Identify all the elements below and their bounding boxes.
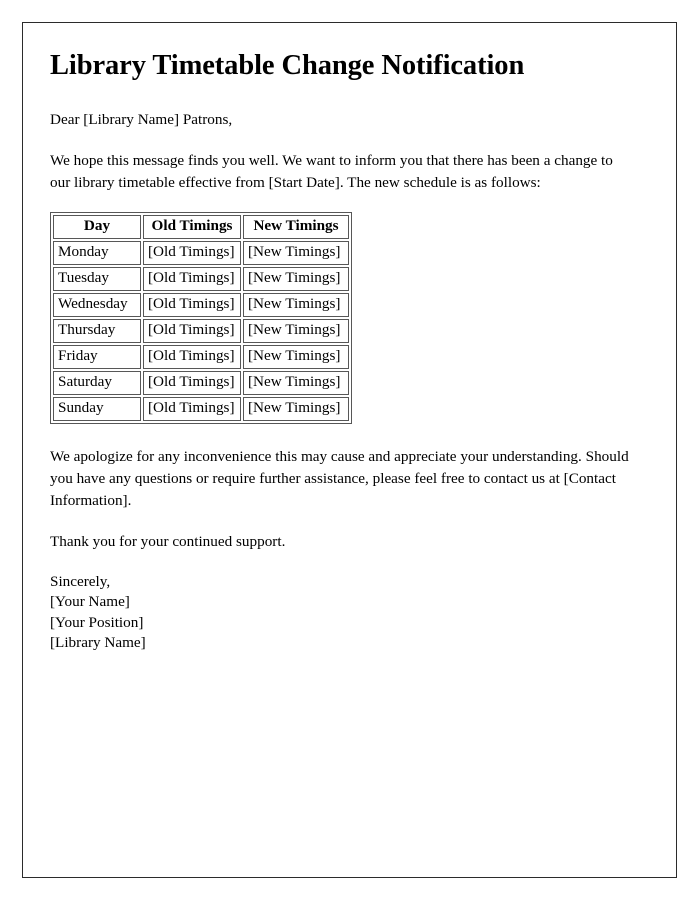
intro-paragraph: We hope this message finds you well. We … (50, 151, 613, 192)
cell-day: Friday (53, 344, 141, 369)
cell-new-timings: [New Timings] (243, 318, 349, 343)
timetable: Day Old Timings New Timings Monday [Old … (50, 211, 352, 424)
table-row: Thursday [Old Timings] [New Timings] (53, 318, 349, 343)
cell-old-timings: [Old Timings] (143, 344, 241, 369)
thanks-paragraph: Thank you for your continued support. (50, 532, 286, 550)
cell-old-timings: [Old Timings] (143, 370, 241, 395)
table-row: Wednesday [Old Timings] [New Timings] (53, 292, 349, 317)
table-header-row: Day Old Timings New Timings (53, 214, 349, 239)
signature-position: [Your Position] (50, 613, 144, 631)
cell-new-timings: [New Timings] (243, 240, 349, 265)
cell-old-timings: [Old Timings] (143, 266, 241, 291)
page-title: Library Timetable Change Notification (50, 50, 525, 81)
cell-new-timings: [New Timings] (243, 266, 349, 291)
signature-name: [Your Name] (50, 593, 130, 611)
table-row: Tuesday [Old Timings] [New Timings] (53, 266, 349, 291)
signature-closing: Sincerely, (50, 573, 111, 591)
cell-day: Sunday (53, 396, 141, 421)
cell-day: Wednesday (53, 292, 141, 317)
cell-old-timings: [Old Timings] (143, 240, 241, 265)
table-row: Friday [Old Timings] [New Timings] (53, 344, 349, 369)
cell-old-timings: [Old Timings] (143, 396, 241, 421)
cell-new-timings: [New Timings] (243, 396, 349, 421)
cell-old-timings: [Old Timings] (143, 292, 241, 317)
column-header-new-timings: New Timings (243, 214, 349, 239)
cell-new-timings: [New Timings] (243, 344, 349, 369)
cell-day: Monday (53, 240, 141, 265)
table-row: Saturday [Old Timings] [New Timings] (53, 370, 349, 395)
document-page: Library Timetable Change Notification De… (22, 22, 677, 878)
timetable-body: Monday [Old Timings] [New Timings] Tuesd… (53, 240, 349, 421)
salutation-line: Dear [Library Name] Patrons, (50, 110, 233, 128)
timetable-head: Day Old Timings New Timings (53, 214, 349, 239)
cell-new-timings: [New Timings] (243, 370, 349, 395)
cell-day: Tuesday (53, 266, 141, 291)
column-header-old-timings: Old Timings (143, 214, 241, 239)
column-header-day: Day (53, 214, 141, 239)
cell-old-timings: [Old Timings] (143, 318, 241, 343)
cell-new-timings: [New Timings] (243, 292, 349, 317)
apology-paragraph: We apologize for any inconvenience this … (50, 447, 629, 510)
signature-organization: [Library Name] (50, 633, 146, 651)
signature-block: Sincerely, [Your Name] [Your Position] [… (50, 573, 648, 652)
cell-day: Saturday (53, 370, 141, 395)
cell-day: Thursday (53, 318, 141, 343)
document-content: Library Timetable Change Notification De… (23, 23, 676, 652)
table-row: Sunday [Old Timings] [New Timings] (53, 396, 349, 421)
table-row: Monday [Old Timings] [New Timings] (53, 240, 349, 265)
